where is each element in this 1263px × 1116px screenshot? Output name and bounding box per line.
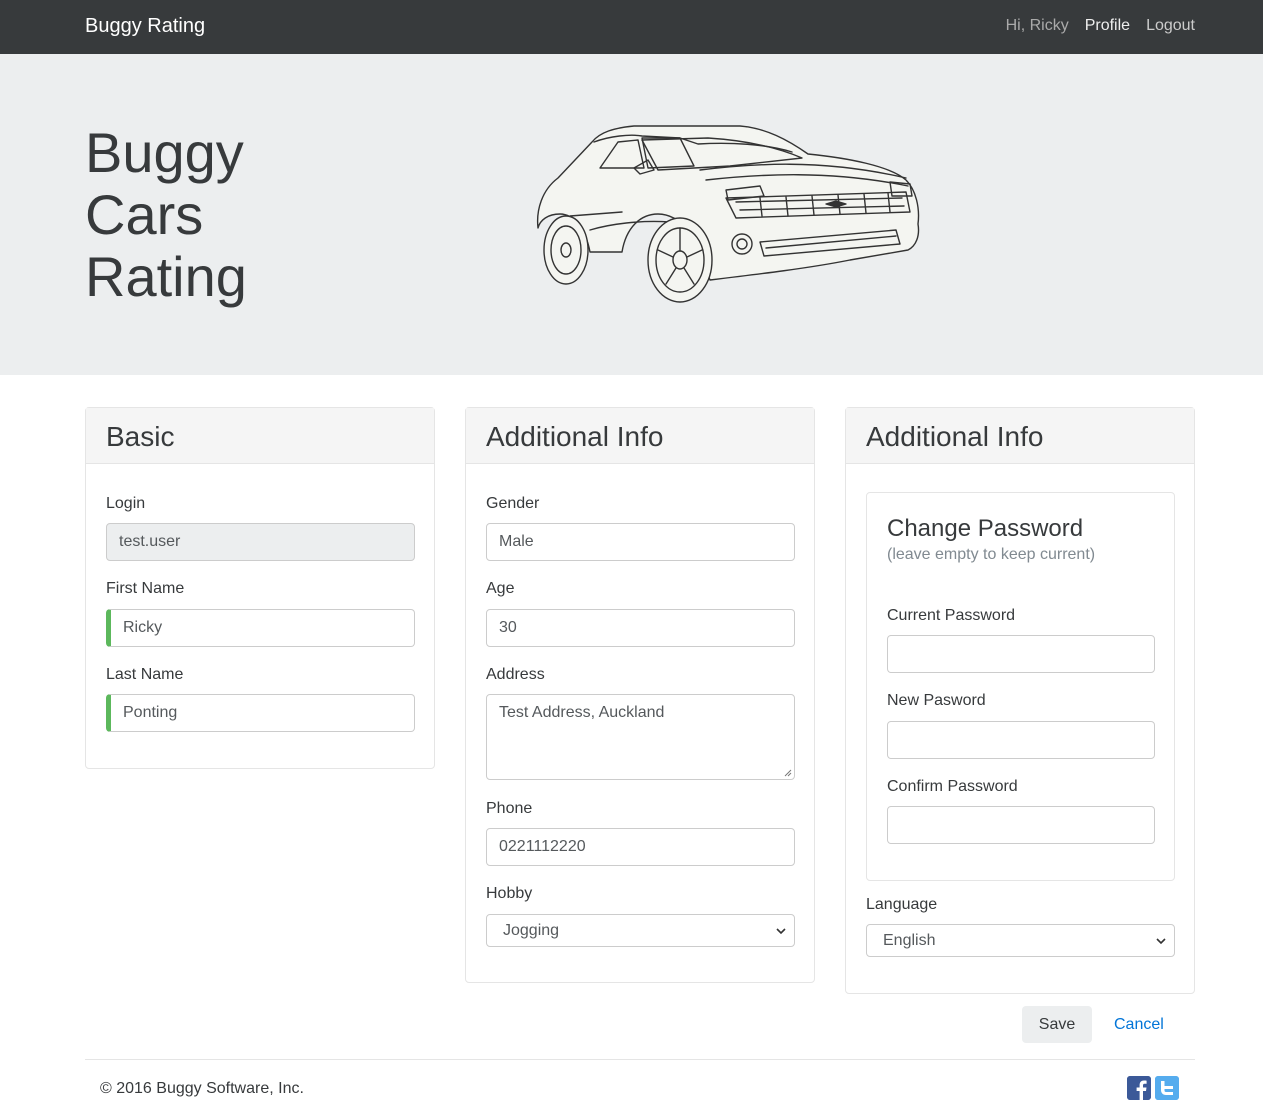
hobby-label: Hobby <box>486 885 533 902</box>
language-select[interactable]: English <box>866 924 1175 957</box>
gender-field[interactable]: Male <box>486 523 795 561</box>
hero-title-line2: Cars <box>85 183 204 246</box>
logout-link[interactable]: Logout <box>1146 17 1195 35</box>
chevron-down-icon <box>1156 938 1166 945</box>
language-label: Language <box>866 896 938 913</box>
new-password-label: New Pasword <box>887 692 986 709</box>
car-sketch-image <box>536 125 920 303</box>
greeting-text: Hi, Ricky <box>1005 17 1069 34</box>
login-label: Login <box>106 495 146 512</box>
confirm-password-field[interactable] <box>887 806 1155 844</box>
change-password-title: Change Password <box>887 515 1084 542</box>
nav-links: Hi, Ricky Profile Logout <box>1006 17 1195 35</box>
password-card: Additional Info Change Password (leave e… <box>845 407 1195 994</box>
change-password-subtitle: (leave empty to keep current) <box>887 546 1096 563</box>
first-name-label: First Name <box>106 580 185 597</box>
last-name-label: Last Name <box>106 666 184 683</box>
address-textarea[interactable]: Test Address, Auckland <box>486 694 795 780</box>
hero-title-line3: Rating <box>85 245 247 308</box>
twitter-icon[interactable] <box>1155 1076 1179 1100</box>
age-field[interactable]: 30 <box>486 609 795 647</box>
facebook-icon[interactable] <box>1127 1076 1151 1100</box>
language-selected-value: English <box>883 931 936 949</box>
resize-handle-icon[interactable] <box>784 769 792 777</box>
last-name-field[interactable]: Ponting <box>106 694 415 732</box>
first-name-field[interactable]: Ricky <box>106 609 415 647</box>
profile-link[interactable]: Profile <box>1085 17 1130 35</box>
address-value: Test Address, Auckland <box>499 704 665 721</box>
footer-divider <box>85 1059 1195 1060</box>
save-button[interactable]: Save <box>1022 1006 1092 1043</box>
additional-info-title: Additional Info <box>466 408 814 464</box>
password-card-title: Additional Info <box>846 408 1194 464</box>
cancel-link[interactable]: Cancel <box>1114 1016 1164 1034</box>
phone-field[interactable]: 0221112220 <box>486 828 795 866</box>
copyright-text: © 2016 Buggy Software, Inc. <box>100 1080 304 1097</box>
age-label: Age <box>486 580 515 597</box>
brand-link[interactable]: Buggy Rating <box>85 15 205 38</box>
top-navbar: Buggy Rating Hi, Ricky Profile Logout <box>0 0 1263 54</box>
new-password-field[interactable] <box>887 721 1155 759</box>
change-password-box: Change Password (leave empty to keep cur… <box>866 492 1175 881</box>
hero-title-line1: Buggy <box>85 121 244 184</box>
current-password-field[interactable] <box>887 635 1155 673</box>
confirm-password-label: Confirm Password <box>887 778 1018 795</box>
basic-card-title: Basic <box>86 408 434 464</box>
hero-banner: Buggy Cars Rating <box>0 54 1263 375</box>
current-password-label: Current Password <box>887 607 1016 624</box>
gender-label: Gender <box>486 495 540 512</box>
address-label: Address <box>486 666 545 683</box>
hero-title: Buggy Cars Rating <box>85 122 247 308</box>
phone-label: Phone <box>486 800 533 817</box>
additional-info-card: Additional Info Gender Male Age 30 Addre… <box>465 407 815 983</box>
login-field: test.user <box>106 523 415 561</box>
chevron-down-icon <box>776 928 786 935</box>
hobby-select[interactable]: Jogging <box>486 914 795 947</box>
hobby-selected-value: Jogging <box>503 921 560 939</box>
basic-card: Basic Login test.user First Name Ricky L… <box>85 407 435 769</box>
